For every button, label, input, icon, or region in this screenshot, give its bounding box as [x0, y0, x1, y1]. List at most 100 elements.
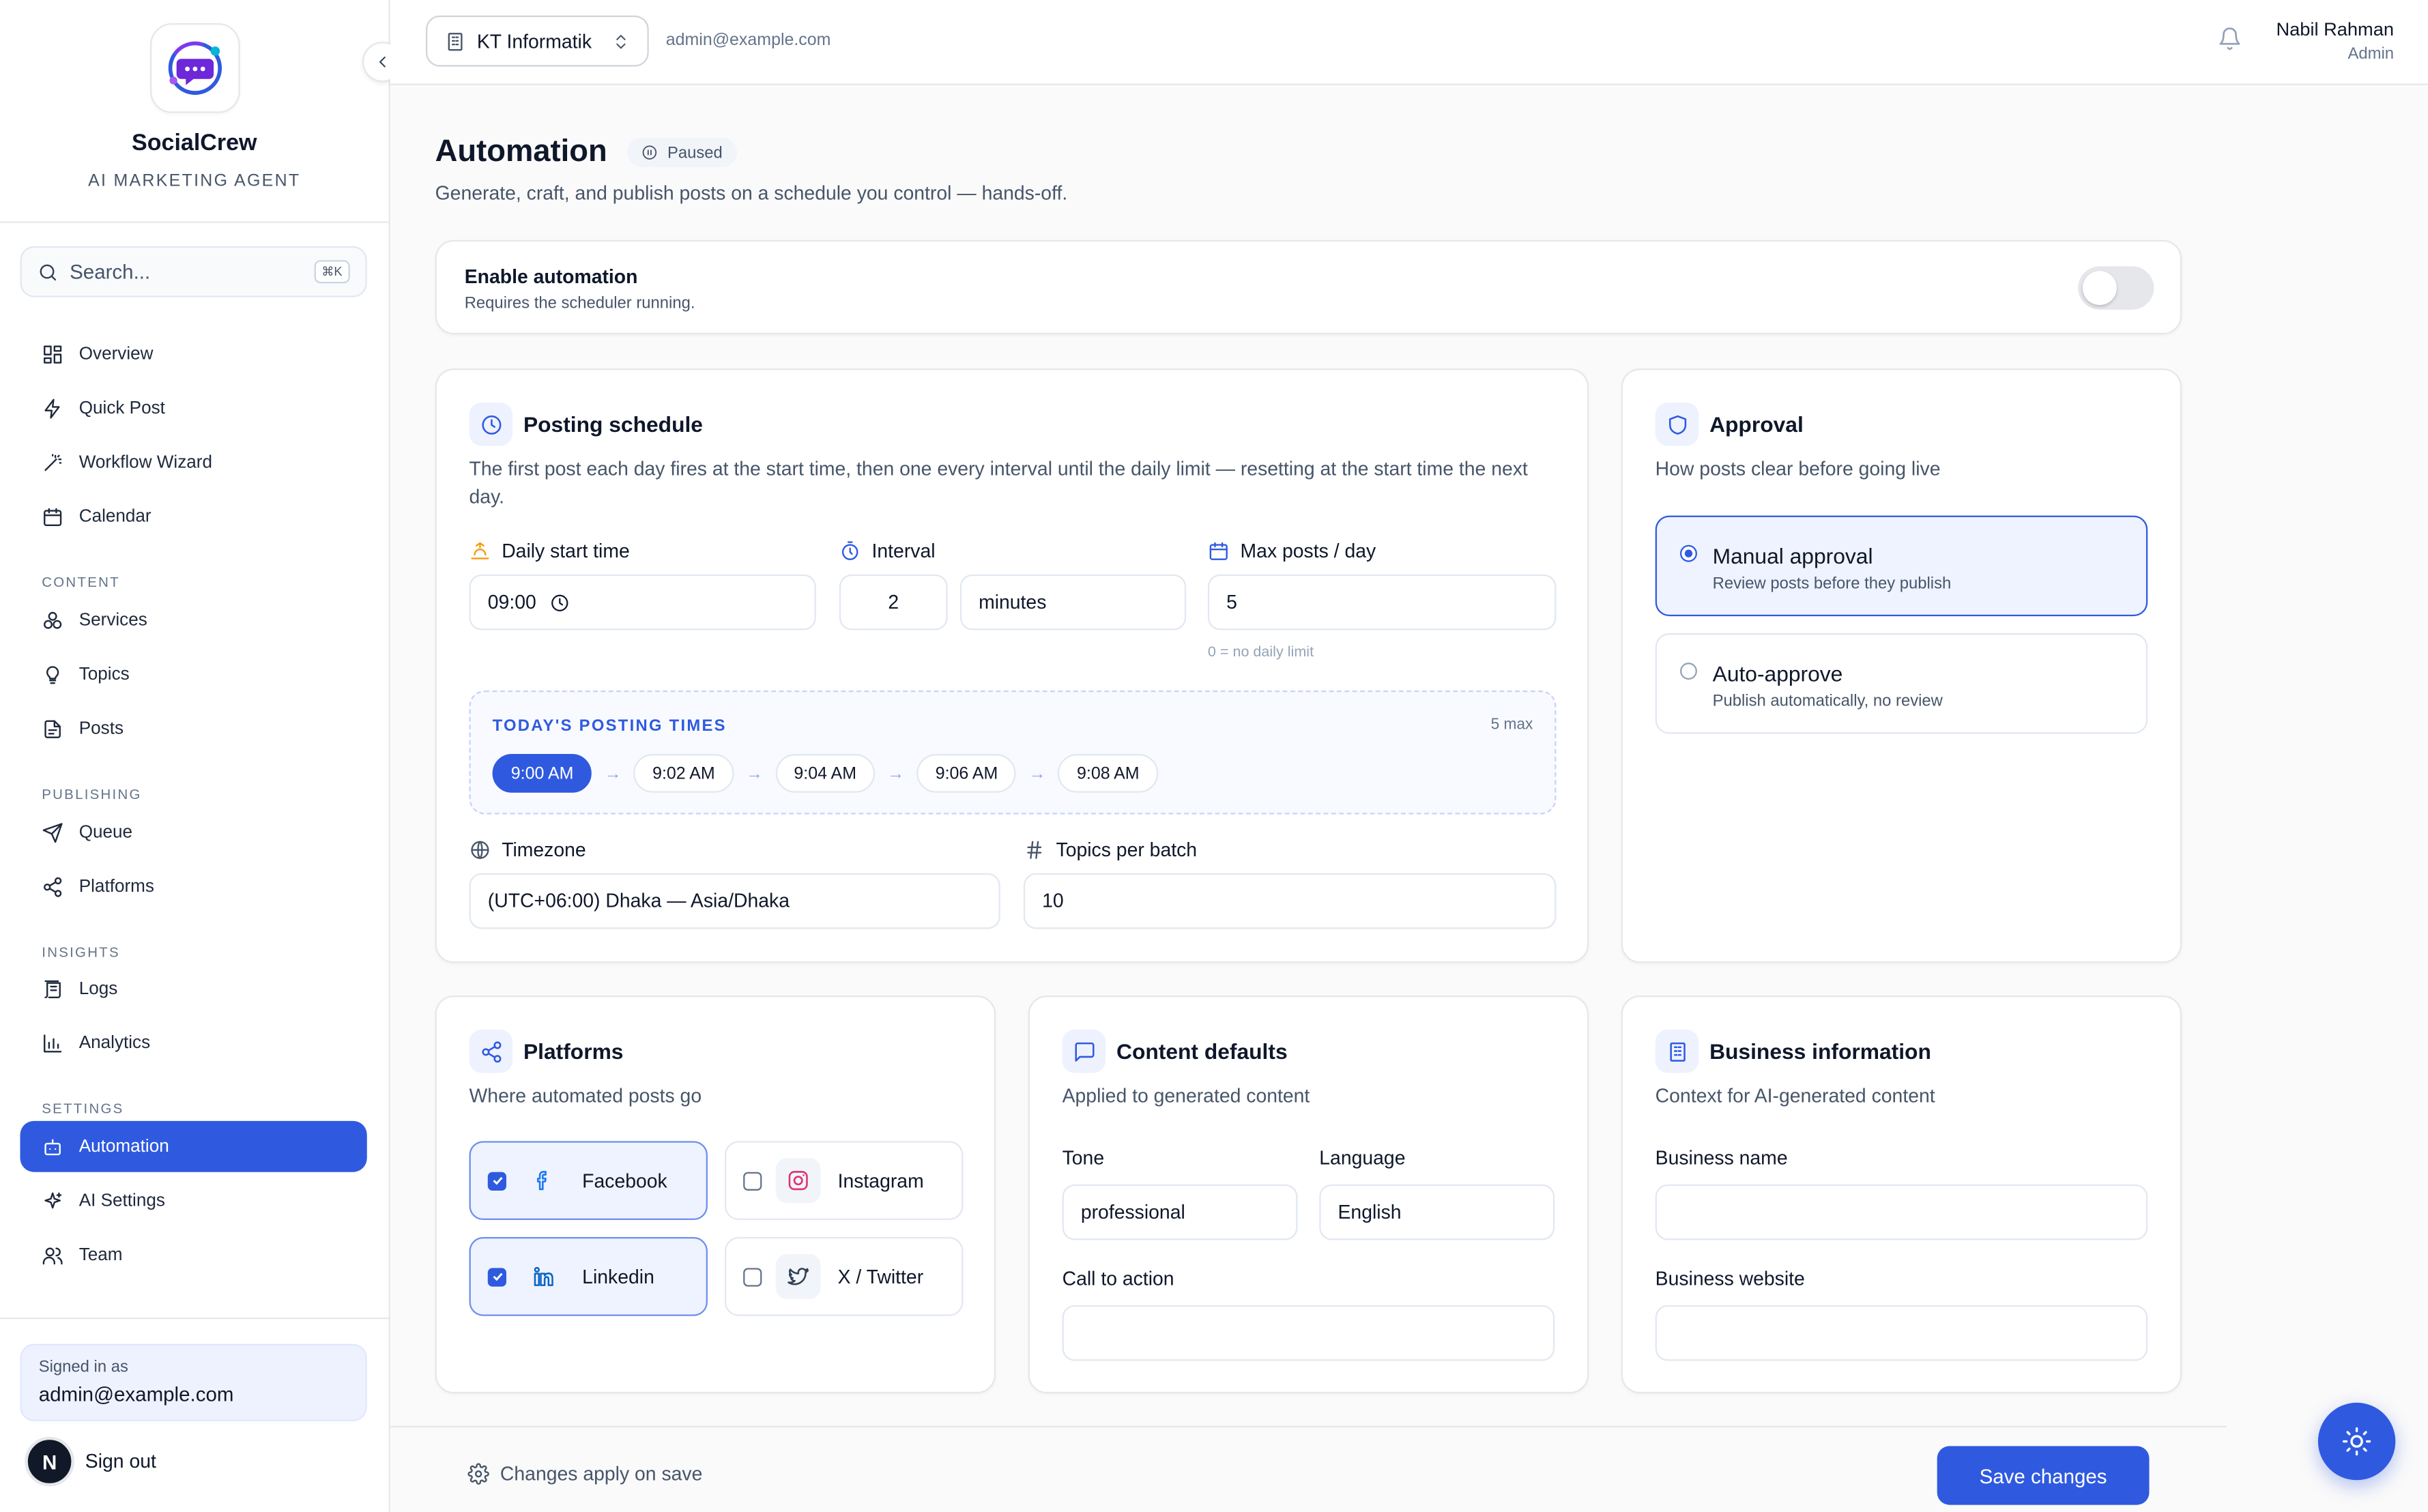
- building-icon-chip: [1655, 1029, 1699, 1073]
- sidebar-item-team[interactable]: Team: [20, 1231, 366, 1282]
- interval-value-input[interactable]: 2: [839, 574, 948, 630]
- toggle-knob: [2082, 271, 2117, 306]
- checkbox-checked[interactable]: [487, 1171, 506, 1190]
- status-badge: Paused: [626, 137, 737, 168]
- business-information-description: Context for AI-generated content: [1655, 1085, 1935, 1107]
- sidebar-item-calendar[interactable]: Calendar: [20, 492, 366, 543]
- enable-automation-toggle[interactable]: [2078, 266, 2154, 310]
- tone-label: Tone: [1062, 1147, 1105, 1169]
- sidebar-item-overview[interactable]: Overview: [20, 328, 366, 379]
- notifications-button[interactable]: [2217, 27, 2242, 59]
- business-name-input[interactable]: [1655, 1184, 2148, 1240]
- platform-name: X / Twitter: [837, 1265, 924, 1288]
- gear-icon: [467, 1463, 489, 1485]
- twitter-icon: [775, 1253, 821, 1299]
- platform-name: Instagram: [837, 1169, 924, 1192]
- sidebar-item-label: Workflow Wizard: [78, 454, 213, 473]
- sidebar-item-label: Topics: [78, 665, 130, 684]
- changes-note: Changes apply on save: [467, 1463, 702, 1485]
- sidebar-item-ai-settings[interactable]: AI Settings: [20, 1176, 366, 1227]
- facebook-icon: [520, 1158, 565, 1203]
- org-switcher[interactable]: KT Informatik: [426, 15, 649, 67]
- posting-times-label: TODAY'S POSTING TIMES: [492, 716, 727, 736]
- sign-out-button[interactable]: N Sign out: [25, 1436, 156, 1487]
- auto-approve-option[interactable]: Auto-approve Publish automatically, no r…: [1655, 633, 2148, 734]
- business-website-label: Business website: [1655, 1268, 1805, 1290]
- max-posts-input[interactable]: 5: [1207, 574, 1557, 630]
- sidebar-item-automation[interactable]: Automation: [20, 1121, 367, 1173]
- sidebar-item-label: Posts: [78, 720, 124, 739]
- shield-icon: [1668, 414, 1686, 434]
- language-select[interactable]: English: [1319, 1184, 1555, 1240]
- max-posts-hint: 0 = no daily limit: [1207, 643, 1314, 661]
- topics-per-batch-input[interactable]: 10: [1023, 873, 1557, 929]
- theme-toggle-button[interactable]: [2317, 1402, 2396, 1481]
- brand-tagline: AI MARKETING AGENT: [88, 171, 301, 191]
- user-name: Nabil Rahman: [2276, 18, 2395, 40]
- sidebar-item-label: Automation: [78, 1137, 169, 1157]
- bar-chart-icon: [44, 1035, 62, 1053]
- save-changes-button[interactable]: Save changes: [1937, 1446, 2150, 1505]
- platform-instagram[interactable]: Instagram: [724, 1141, 964, 1221]
- timezone-select[interactable]: (UTC+06:00) Dhaka — Asia/Dhaka: [469, 873, 1000, 929]
- posting-times-row: 9:00 AM → 9:02 AM → 9:04 AM → 9:06 AM → …: [492, 754, 1158, 793]
- user-profile[interactable]: Nabil Rahman Admin: [2276, 18, 2394, 63]
- search-input[interactable]: Search... ⌘K: [20, 246, 367, 297]
- platforms-description: Where automated posts go: [469, 1085, 702, 1107]
- platform-facebook[interactable]: Facebook: [469, 1141, 708, 1221]
- interval-unit-select[interactable]: minutes: [959, 574, 1187, 630]
- sidebar-item-services[interactable]: Services: [20, 595, 366, 646]
- sidebar-item-label: Queue: [78, 823, 133, 842]
- cta-label: Call to action: [1062, 1268, 1174, 1290]
- magic-wand-icon: [44, 454, 62, 471]
- users-icon: [42, 1248, 63, 1266]
- manual-approval-option[interactable]: Manual approval Review posts before they…: [1655, 515, 2148, 617]
- signed-in-email: admin@example.com: [38, 1382, 234, 1406]
- nav-section-content: CONTENT: [42, 575, 120, 590]
- topbar-email: admin@example.com: [665, 31, 831, 50]
- brand: SocialCrew AI MARKETING AGENT: [0, 0, 389, 223]
- sidebar-item-logs[interactable]: Logs: [20, 964, 366, 1015]
- shield-icon-chip: [1655, 402, 1699, 446]
- dashboard-icon: [44, 345, 62, 363]
- search-shortcut: ⌘K: [313, 260, 350, 284]
- radio-selected: [1679, 544, 1697, 562]
- cubes-icon: [44, 611, 62, 628]
- approval-description: How posts clear before going live: [1655, 458, 1941, 480]
- posting-time-pill: 9:00 AM: [492, 754, 592, 793]
- share-icon: [44, 877, 62, 897]
- checkbox-checked[interactable]: [487, 1267, 506, 1286]
- business-information-title: Business information: [1709, 1038, 1931, 1064]
- tone-select[interactable]: professional: [1062, 1184, 1298, 1240]
- globe-icon: [471, 841, 489, 859]
- platform-x-twitter[interactable]: X / Twitter: [724, 1237, 964, 1316]
- language-label: Language: [1319, 1147, 1406, 1169]
- posting-time-pill: 9:08 AM: [1058, 754, 1158, 793]
- sidebar-item-analytics[interactable]: Analytics: [20, 1019, 366, 1070]
- posting-times-max: 5 max: [1490, 716, 1533, 734]
- building-icon: [1669, 1041, 1685, 1061]
- daily-start-time-input[interactable]: 09:00: [469, 574, 816, 630]
- sidebar-item-platforms[interactable]: Platforms: [20, 861, 366, 912]
- posting-schedule-card: Posting schedule The first post each day…: [435, 368, 1589, 963]
- sidebar-item-workflow-wizard[interactable]: Workflow Wizard: [20, 437, 366, 489]
- checkbox-unchecked[interactable]: [743, 1267, 762, 1286]
- sidebar-item-label: Services: [78, 611, 147, 630]
- sidebar-item-quick-post[interactable]: Quick Post: [20, 383, 366, 434]
- logo[interactable]: [149, 23, 240, 113]
- sidebar-item-topics[interactable]: Topics: [20, 650, 366, 701]
- scroll-icon: [44, 980, 61, 999]
- sidebar: SocialCrew AI MARKETING AGENT Search... …: [0, 0, 403, 1512]
- business-name-label: Business name: [1655, 1147, 1788, 1169]
- timezone-label: Timezone: [469, 839, 586, 861]
- search-icon: [40, 263, 57, 280]
- content-defaults-title: Content defaults: [1116, 1038, 1288, 1064]
- sidebar-item-posts[interactable]: Posts: [20, 704, 366, 755]
- platform-linkedin[interactable]: Linkedin: [469, 1237, 708, 1316]
- checkbox-unchecked[interactable]: [743, 1171, 762, 1190]
- cta-input[interactable]: [1062, 1305, 1555, 1361]
- sidebar-item-label: Team: [78, 1247, 123, 1266]
- business-website-input[interactable]: [1655, 1305, 2148, 1361]
- sunrise-icon: [471, 542, 489, 559]
- sidebar-item-queue[interactable]: Queue: [20, 806, 366, 858]
